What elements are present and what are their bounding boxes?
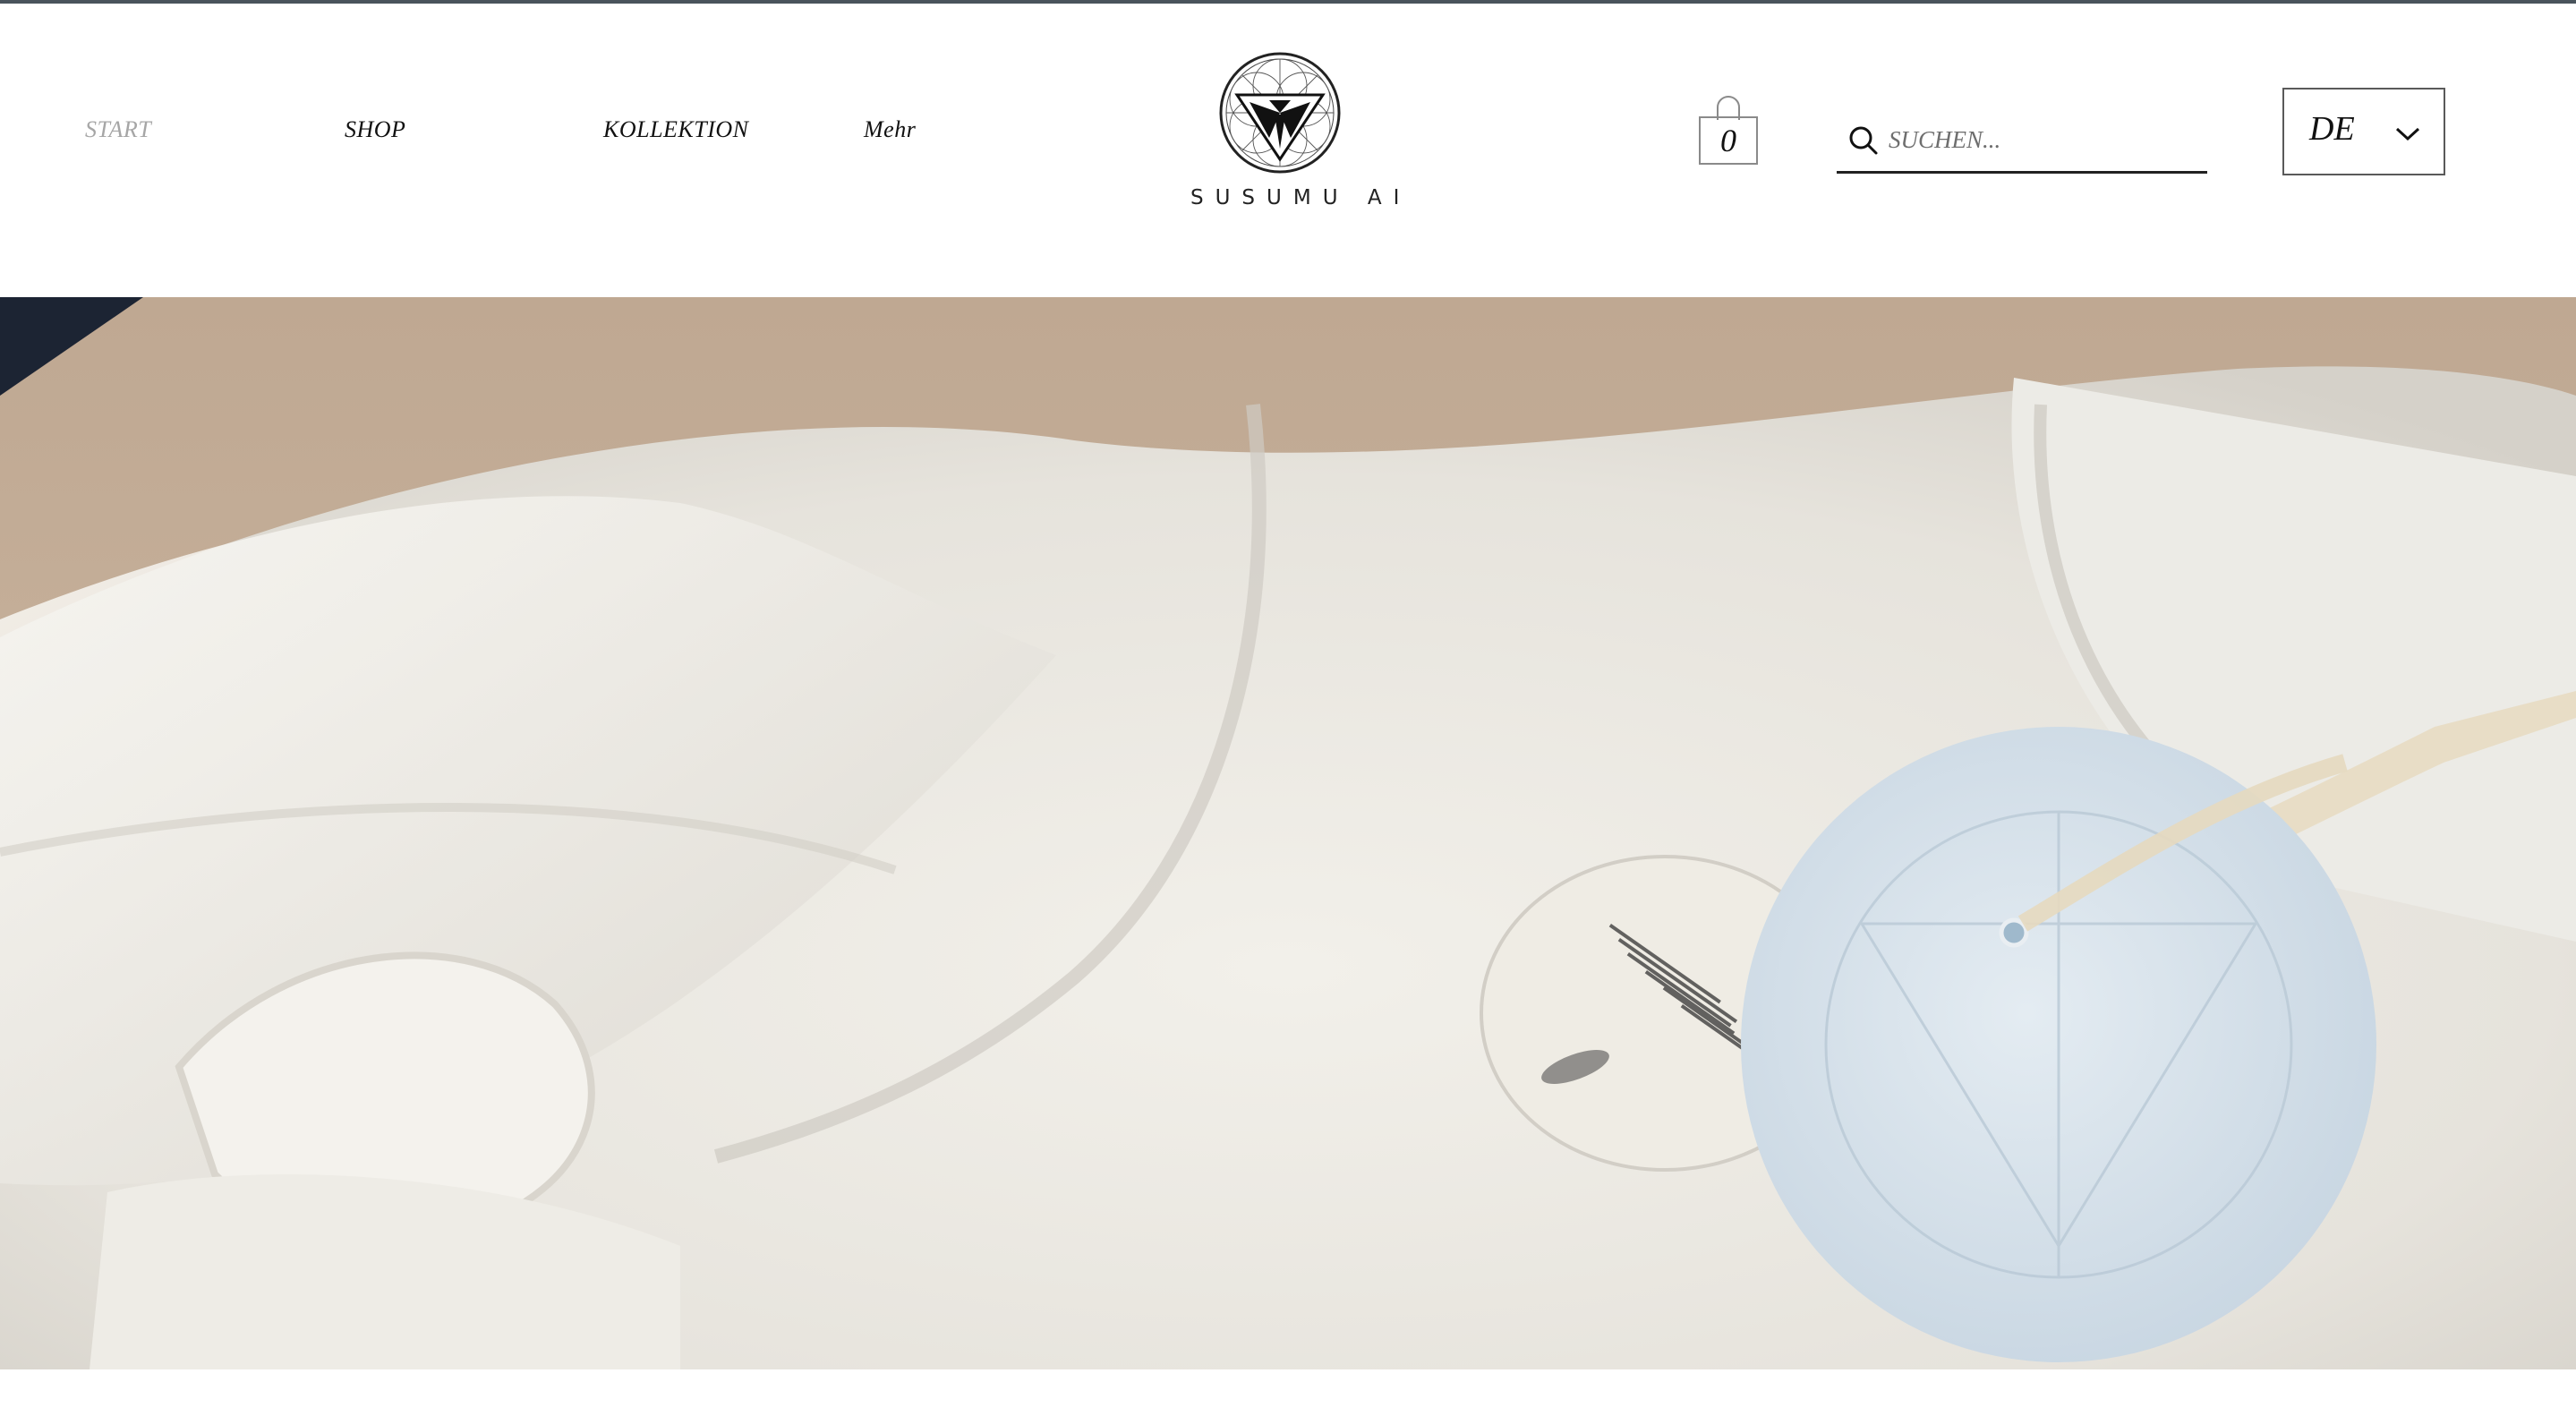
language-selected: DE <box>2309 110 2355 148</box>
nav-item-start[interactable]: START <box>85 116 151 143</box>
logo-emblem-icon <box>1219 52 1341 174</box>
search-icon[interactable] <box>1846 123 1881 158</box>
language-selector[interactable]: DE <box>2282 88 2445 175</box>
cart-button[interactable]: 0 <box>1697 93 1760 170</box>
cart-count: 0 <box>1699 116 1758 165</box>
garment-photo <box>0 297 2576 1369</box>
brand-logo[interactable]: SUSUMU AI <box>1190 50 1412 220</box>
nav-item-kollektion[interactable]: KOLLEKTION <box>603 116 749 143</box>
nav-item-shop[interactable]: SHOP <box>345 116 405 143</box>
hero-image <box>0 297 2576 1369</box>
search-input[interactable] <box>1889 126 2184 154</box>
search-box[interactable] <box>1837 109 2207 174</box>
page: START SHOP KOLLEKTION Mehr SUSUMU AI 0 S… <box>0 0 2576 1416</box>
brand-wordmark: SUSUMU AI <box>1190 186 1412 209</box>
page-bottom-strip <box>0 1369 2576 1416</box>
nav-item-mehr[interactable]: Mehr <box>864 116 916 143</box>
chevron-down-icon <box>2395 127 2420 141</box>
site-header: START SHOP KOLLEKTION Mehr SUSUMU AI 0 S… <box>0 4 2576 297</box>
